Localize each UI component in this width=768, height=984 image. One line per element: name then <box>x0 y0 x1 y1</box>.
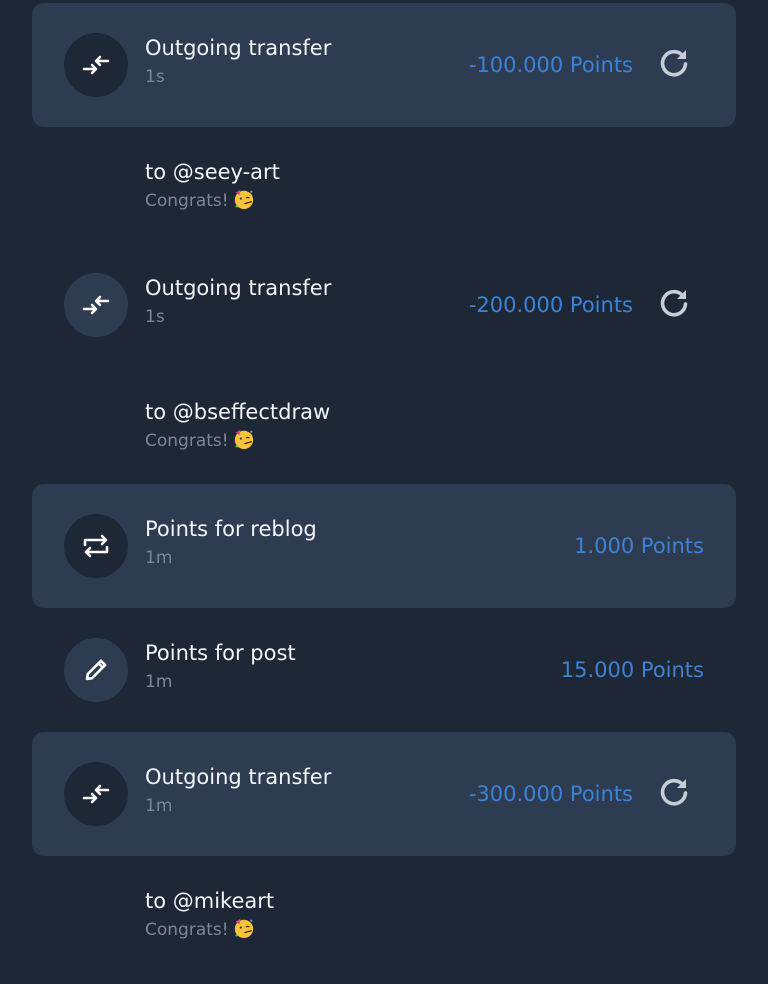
memo-recipient: to @mikeart <box>145 889 275 913</box>
activity-amount: -300.000 Points <box>468 782 633 806</box>
reblog-icon <box>64 514 128 578</box>
activity-time: 1m <box>145 548 173 568</box>
repeat-transfer-button[interactable] <box>656 45 692 81</box>
activity-title: Points for reblog <box>145 517 317 541</box>
activity-title: Outgoing transfer <box>145 765 332 789</box>
activity-time: 1s <box>145 67 165 87</box>
repeat-transfer-button[interactable] <box>656 285 692 321</box>
activity-amount: 1.000 Points <box>574 534 704 558</box>
refresh-icon <box>660 49 688 77</box>
repeat-transfer-button[interactable] <box>656 774 692 810</box>
activity-item-0[interactable]: Outgoing transfer 1s -100.000 Points <box>32 3 736 127</box>
activity-amount: -200.000 Points <box>468 293 633 317</box>
transfer-memo: to @seey-art Congrats! <box>145 158 705 213</box>
partying-face-emoji <box>234 189 253 210</box>
activity-item-2[interactable]: Points for reblog 1m 1.000 Points <box>32 484 736 608</box>
activity-time: 1m <box>145 672 173 692</box>
memo-text: Congrats! <box>145 917 705 942</box>
memo-text: Congrats! <box>145 188 705 213</box>
activity-list: Outgoing transfer 1s -100.000 Points to … <box>0 0 768 984</box>
partying-face-emoji <box>234 429 253 450</box>
partying-face-emoji <box>234 918 253 939</box>
pencil-icon <box>64 638 128 702</box>
transfer-icon <box>64 33 128 97</box>
transfer-memo: to @mikeart Congrats! <box>145 887 705 942</box>
activity-time: 1m <box>145 796 173 816</box>
activity-amount: 15.000 Points <box>560 658 704 682</box>
activity-item-4[interactable]: Outgoing transfer 1m -300.000 Points <box>32 732 736 856</box>
memo-text: Congrats! <box>145 428 705 453</box>
transfer-icon <box>64 273 128 337</box>
transfer-memo: to @bseffectdraw Congrats! <box>145 398 705 453</box>
activity-title: Outgoing transfer <box>145 36 332 60</box>
refresh-icon <box>660 778 688 806</box>
activity-title: Points for post <box>145 641 296 665</box>
memo-recipient: to @bseffectdraw <box>145 400 331 424</box>
transfer-icon <box>64 762 128 826</box>
activity-item-3[interactable]: Points for post 1m 15.000 Points <box>32 608 736 732</box>
memo-recipient: to @seey-art <box>145 160 280 184</box>
refresh-icon <box>660 289 688 317</box>
activity-amount: -100.000 Points <box>468 53 633 77</box>
activity-item-1[interactable]: Outgoing transfer 1s -200.000 Points <box>32 243 736 367</box>
activity-time: 1s <box>145 307 165 327</box>
activity-title: Outgoing transfer <box>145 276 332 300</box>
